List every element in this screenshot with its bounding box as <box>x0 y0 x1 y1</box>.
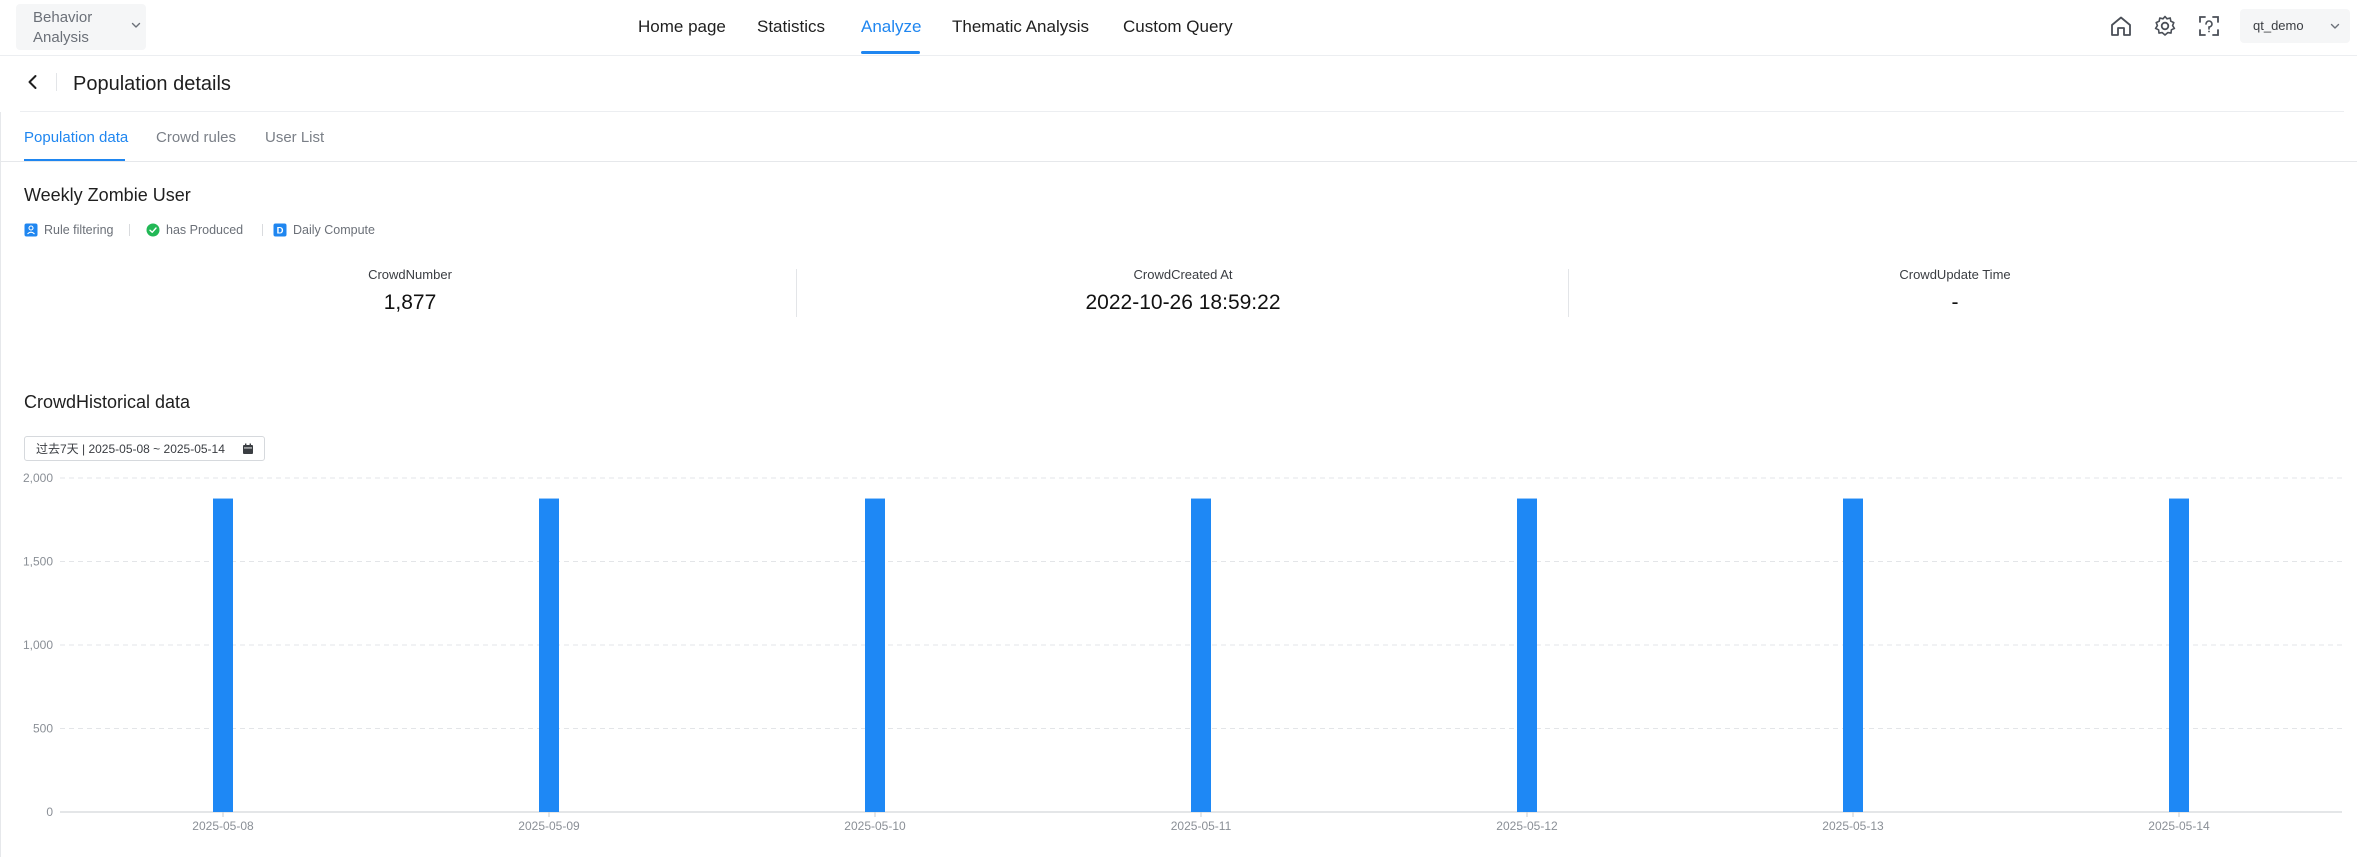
history-chart: 0 500 1,000 1,500 2,000 2025-05-08 2025-05-09 2… <box>0 466 2357 857</box>
bar <box>865 498 885 812</box>
tag-separator <box>262 224 263 236</box>
tab-user-list[interactable]: User List <box>265 128 324 148</box>
scan-icon[interactable] <box>2196 13 2222 39</box>
bar <box>1191 498 1211 812</box>
stat-crowd-number: CrowdNumber 1,877 <box>24 266 796 322</box>
y-tick-label: 1,000 <box>23 638 53 652</box>
crowd-stats: CrowdNumber 1,877 CrowdCreated At 2022-1… <box>24 266 2344 322</box>
divider <box>56 73 57 91</box>
stat-value: 1,877 <box>383 291 437 314</box>
nav-active-indicator <box>861 51 920 54</box>
bar-chart: 0 500 1,000 1,500 2,000 2025-05-08 2025-05-09 2… <box>23 471 2342 833</box>
app-switcher[interactable]: Behavior Analysis <box>16 4 146 50</box>
stat-label: CrowdUpdate Time <box>1899 267 2011 282</box>
x-tick-label: 2025-05-14 <box>2148 819 2210 833</box>
chevron-left-icon[interactable] <box>22 71 44 93</box>
x-tick-label: 2025-05-11 <box>1171 819 1232 833</box>
history-title: CrowdHistorical data <box>24 392 191 412</box>
crowd-name: Weekly Zombie User <box>24 185 191 205</box>
stat-created-at: CrowdCreated At 2022-10-26 18:59:22 <box>797 266 1569 322</box>
stat-update-time: CrowdUpdate Time - <box>1569 266 2341 322</box>
date-range-text: 过去7天 | 2025-05-08 ~ 2025-05-14 <box>36 442 225 456</box>
tag-label: has Produced <box>166 223 244 237</box>
stat-label: CrowdNumber <box>368 267 452 282</box>
stat-label: CrowdCreated At <box>1133 267 1233 282</box>
nav-thematic-analysis[interactable]: Thematic Analysis <box>952 16 1089 38</box>
chevron-down-icon <box>131 22 141 28</box>
page-title: Population details <box>73 73 231 95</box>
x-tick-label: 2025-05-10 <box>844 819 906 833</box>
tab-active-indicator <box>24 159 125 161</box>
nav-analyze[interactable]: Analyze <box>861 16 921 38</box>
bar <box>2169 498 2189 812</box>
y-tick-label: 500 <box>33 722 53 736</box>
nav-home-page[interactable]: Home page <box>638 16 726 38</box>
nav-statistics[interactable]: Statistics <box>757 16 825 38</box>
tab-crowd-rules[interactable]: Crowd rules <box>156 128 236 148</box>
nav-custom-query[interactable]: Custom Query <box>1123 16 1233 38</box>
d-badge-icon: D <box>273 223 287 237</box>
tab-bar: Population data Crowd rules User List <box>0 112 2357 162</box>
user-rule-icon <box>24 223 38 237</box>
x-tick-label: 2025-05-12 <box>1496 819 1558 833</box>
top-bar: Behavior Analysis Home page Statistics A… <box>0 0 2357 56</box>
y-tick-label: 1,500 <box>23 555 53 569</box>
bar <box>213 498 233 812</box>
check-circle-icon <box>146 223 160 237</box>
bar <box>1517 498 1537 812</box>
y-tick-label: 0 <box>46 805 53 819</box>
chevron-down-icon <box>2330 23 2340 29</box>
gear-icon[interactable] <box>2152 13 2178 39</box>
app-switcher-label: Behavior Analysis <box>33 9 93 46</box>
page-header: Population details <box>0 57 2357 112</box>
svg-text:D: D <box>277 226 284 237</box>
user-name: qt_demo <box>2253 18 2304 33</box>
stat-value: 2022-10-26 18:59:22 <box>1085 291 1281 314</box>
user-menu[interactable]: qt_demo <box>2240 9 2350 43</box>
y-tick-label: 2,000 <box>23 471 53 485</box>
x-tick-label: 2025-05-08 <box>192 819 254 833</box>
calendar-icon <box>243 443 253 454</box>
tab-population-data[interactable]: Population data <box>24 128 128 148</box>
tag-label: Rule filtering <box>44 223 114 237</box>
stat-value: - <box>1951 291 1959 314</box>
tag-label: Daily Compute <box>293 223 375 237</box>
tag-separator <box>129 224 130 236</box>
home-icon[interactable] <box>2108 13 2134 39</box>
bar <box>1843 498 1863 812</box>
bar <box>539 498 559 812</box>
date-range-picker[interactable]: 过去7天 | 2025-05-08 ~ 2025-05-14 <box>24 436 265 461</box>
x-tick-label: 2025-05-09 <box>518 819 580 833</box>
x-tick-label: 2025-05-13 <box>1822 819 1884 833</box>
